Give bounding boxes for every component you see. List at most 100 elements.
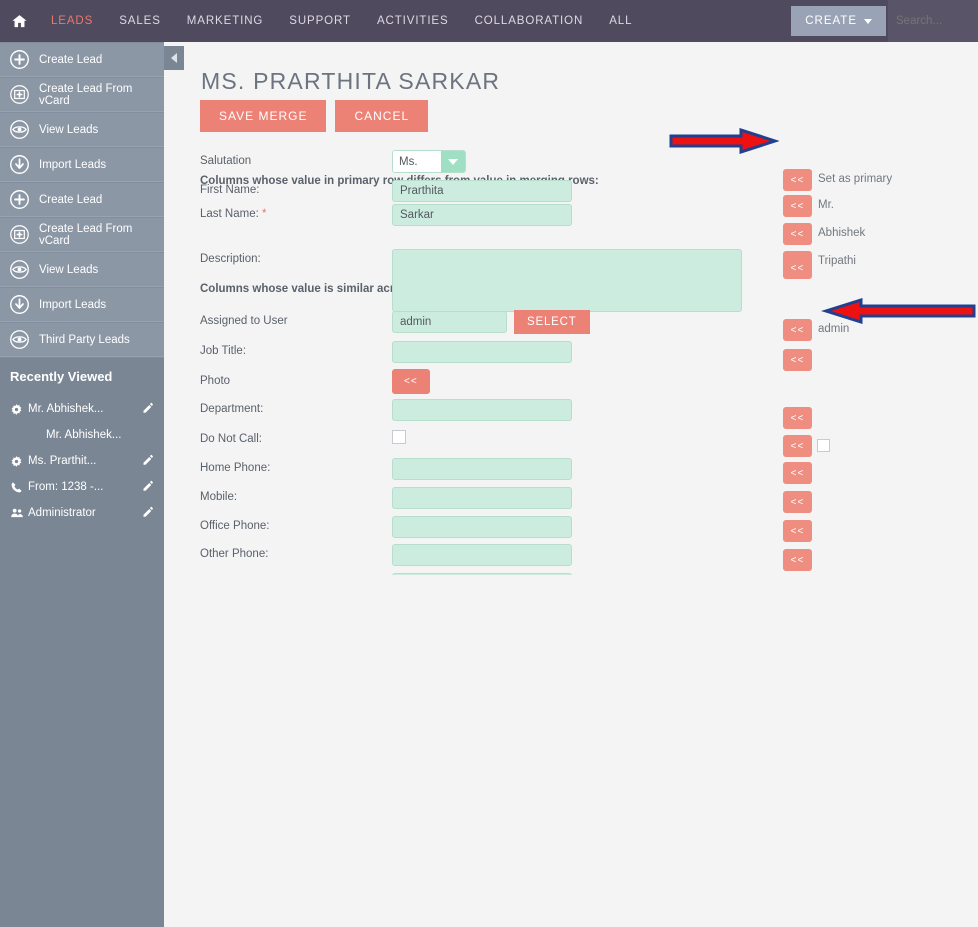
recent-item[interactable]: Administrator <box>0 500 164 526</box>
merge-label-first-name: Abhishek <box>818 227 866 239</box>
download-arrow-icon <box>9 295 29 314</box>
job-title-merge-button[interactable]: << <box>783 349 812 371</box>
sidebar-item-third-party-leads[interactable]: Third Party Leads <box>0 322 164 357</box>
gear-icon <box>11 403 22 415</box>
do-not-call-merge-checkbox[interactable] <box>817 439 830 452</box>
pencil-edit-icon[interactable] <box>142 480 154 495</box>
first-name-input[interactable] <box>392 180 572 202</box>
other-phone-input[interactable] <box>392 544 572 566</box>
assigned-to-user-input[interactable] <box>392 311 507 333</box>
sidebar-collapse-toggle[interactable] <box>164 46 184 70</box>
do-not-call-merge-button[interactable]: << <box>783 435 812 457</box>
label-home-phone: Home Phone: <box>200 462 271 474</box>
sidebar-item-label: Create Lead From vCard <box>39 82 133 107</box>
label-last-name: Last Name: * <box>200 208 267 220</box>
plus-square-icon <box>9 85 29 104</box>
nav-item-activities[interactable]: ACTIVITIES <box>364 0 462 42</box>
sidebar-item-label: Import Leads <box>39 298 107 311</box>
home-phone-merge-button[interactable]: << <box>783 462 812 484</box>
nav-item-all[interactable]: ALL <box>596 0 645 42</box>
merge-label-assigned: admin <box>818 323 850 335</box>
pencil-edit-icon[interactable] <box>142 506 154 521</box>
chevron-down-icon <box>448 158 458 165</box>
office-phone-merge-button[interactable]: << <box>783 520 812 542</box>
sidebar-item-label: View Leads <box>39 123 99 136</box>
cancel-button[interactable]: CANCEL <box>335 100 429 132</box>
department-input[interactable] <box>392 399 572 421</box>
recently-viewed-header: Recently Viewed <box>0 357 164 394</box>
recent-item[interactable]: Mr. Abhishek... <box>0 422 164 448</box>
recently-viewed-list: Mr. Abhishek... Mr. Abhishek... Ms. Prarth… <box>0 394 164 927</box>
label-last-name-text: Last Name: <box>200 208 259 220</box>
sidebar-item-create-lead-from-vcard[interactable]: Create Lead From vCard <box>0 77 164 112</box>
sidebar-item-import-leads[interactable]: Import Leads <box>0 287 164 322</box>
label-assigned-to-user: Assigned to User <box>200 315 288 327</box>
recent-item[interactable]: Mr. Abhishek... <box>0 396 164 422</box>
plus-circle-icon <box>9 190 29 209</box>
salutation-select[interactable]: Ms. <box>392 150 466 173</box>
plus-square-icon <box>8 84 30 106</box>
photo-merge-button[interactable]: << <box>392 369 430 394</box>
search-input[interactable] <box>888 0 978 42</box>
other-phone-merge-button[interactable]: << <box>783 549 812 571</box>
set-as-primary-merge-button[interactable]: << <box>783 169 812 191</box>
mobile-input[interactable] <box>392 487 572 509</box>
home-icon[interactable] <box>0 0 38 42</box>
pencil-edit-icon[interactable] <box>142 454 154 469</box>
users-icon <box>10 506 28 520</box>
main-content: MS. PRARTHITA SARKAR SAVE MERGE CANCEL C… <box>164 42 978 575</box>
label-job-title: Job Title: <box>200 345 247 357</box>
nav-item-sales[interactable]: SALES <box>106 0 174 42</box>
required-asterisk: * <box>262 208 267 220</box>
office-phone-input[interactable] <box>392 516 572 538</box>
action-bar: SAVE MERGE CANCEL <box>200 100 429 132</box>
sidebar-item-create-lead[interactable]: Create Lead <box>0 42 164 77</box>
label-department: Department: <box>200 403 264 415</box>
chevron-down-icon <box>864 18 872 24</box>
label-description: Description: <box>200 253 261 265</box>
select-user-button[interactable]: SELECT <box>514 310 590 334</box>
label-salutation: Salutation <box>200 155 252 167</box>
last-name-input[interactable] <box>392 204 572 226</box>
sidebar-item-label: Third Party Leads <box>39 333 130 346</box>
salutation-merge-button[interactable]: << <box>783 195 812 217</box>
description-merge-button[interactable]: << <box>783 257 812 279</box>
gear-icon <box>11 455 22 467</box>
eye-icon <box>8 119 30 141</box>
recent-item[interactable]: Ms. Prarthit... <box>0 448 164 474</box>
sidebar-menu: Create Lead Create Lead From vCard View Le… <box>0 42 164 357</box>
nav-item-marketing[interactable]: MARKETING <box>174 0 276 42</box>
sidebar-item-label: Import Leads <box>39 158 107 171</box>
mobile-merge-button[interactable]: << <box>783 491 812 513</box>
do-not-call-checkbox[interactable] <box>392 430 406 444</box>
create-button[interactable]: CREATE <box>791 6 886 36</box>
sidebar-item-view-leads[interactable]: View Leads <box>0 252 164 287</box>
label-photo: Photo <box>200 375 231 387</box>
home-phone-input[interactable] <box>392 458 572 480</box>
salutation-dropdown-arrow[interactable] <box>441 151 465 172</box>
recent-item-label: Mr. Abhishek... <box>46 429 122 441</box>
job-title-input[interactable] <box>392 341 572 363</box>
annotation-arrow-left <box>821 298 976 324</box>
sidebar-item-label: Create Lead <box>39 193 103 206</box>
download-arrow-icon <box>8 154 30 176</box>
save-merge-button[interactable]: SAVE MERGE <box>200 100 327 132</box>
sidebar-item-create-lead[interactable]: Create Lead <box>0 182 164 217</box>
sidebar-item-view-leads[interactable]: View Leads <box>0 112 164 147</box>
sidebar-item-import-leads[interactable]: Import Leads <box>0 147 164 182</box>
plus-circle-icon <box>9 50 29 69</box>
assigned-merge-button[interactable]: << <box>783 319 812 341</box>
description-textarea[interactable] <box>392 249 742 312</box>
department-merge-button[interactable]: << <box>783 407 812 429</box>
pencil-edit-icon[interactable] <box>142 402 154 417</box>
nav-item-collaboration[interactable]: COLLABORATION <box>462 0 597 42</box>
eye-icon <box>8 259 30 281</box>
annotation-arrow-right <box>669 128 779 154</box>
sidebar-item-create-lead-from-vcard[interactable]: Create Lead From vCard <box>0 217 164 252</box>
recent-item[interactable]: From: 1238 -... <box>0 474 164 500</box>
nav-item-leads[interactable]: LEADS <box>38 0 106 42</box>
first-name-merge-button[interactable]: << <box>783 223 812 245</box>
create-button-label: CREATE <box>805 15 857 27</box>
nav-item-support[interactable]: SUPPORT <box>276 0 364 42</box>
label-mobile: Mobile: <box>200 491 238 503</box>
